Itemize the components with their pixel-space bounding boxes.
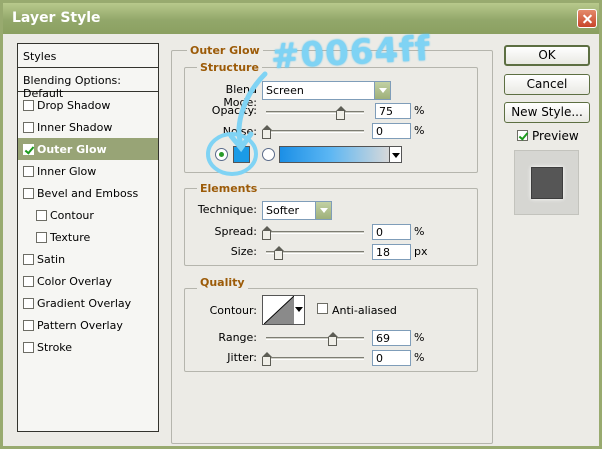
style-item-satin[interactable]: Satin: [18, 248, 158, 270]
style-checkbox[interactable]: [23, 188, 34, 199]
spread-slider-track[interactable]: [266, 231, 364, 234]
range-slider-thumb[interactable]: [328, 332, 338, 346]
style-item-label: Outer Glow: [37, 143, 107, 156]
style-checkbox[interactable]: [36, 232, 47, 243]
gradient-picker-button[interactable]: [389, 146, 402, 163]
chevron-down-icon: [374, 82, 390, 99]
style-item-label: Drop Shadow: [37, 99, 111, 112]
title-bar[interactable]: Layer Style: [3, 3, 599, 34]
style-checkbox[interactable]: [23, 298, 34, 309]
style-item-inner-glow[interactable]: Inner Glow: [18, 160, 158, 182]
preview-checkbox[interactable]: [517, 130, 528, 141]
new-style-button[interactable]: New Style...: [504, 102, 590, 123]
jitter-field[interactable]: 0: [372, 350, 411, 366]
technique-select[interactable]: Softer: [262, 201, 332, 220]
style-item-texture[interactable]: Texture: [18, 226, 158, 248]
spread-unit: %: [414, 225, 425, 238]
style-item-label: Pattern Overlay: [37, 319, 123, 332]
quality-title: Quality: [197, 276, 248, 289]
style-item-label: Stroke: [37, 341, 73, 354]
jitter-slider-thumb[interactable]: [262, 352, 272, 366]
style-item-label: Inner Glow: [37, 165, 97, 178]
style-checkbox[interactable]: [23, 166, 34, 177]
style-item-label: Bevel and Emboss: [37, 187, 139, 200]
style-item-contour[interactable]: Contour: [18, 204, 158, 226]
annotation-arrow-icon: [206, 71, 268, 176]
contour-picker[interactable]: [262, 295, 305, 325]
style-item-pattern-overlay[interactable]: Pattern Overlay: [18, 314, 158, 336]
noise-unit: %: [414, 124, 425, 137]
style-item-color-overlay[interactable]: Color Overlay: [18, 270, 158, 292]
style-item-gradient-overlay[interactable]: Gradient Overlay: [18, 292, 158, 314]
style-item-bevel-and-emboss[interactable]: Bevel and Emboss: [18, 182, 158, 204]
technique-label: Technique:: [197, 203, 257, 216]
jitter-slider-track[interactable]: [266, 357, 364, 360]
style-item-label: Satin: [37, 253, 66, 266]
spread-slider-thumb[interactable]: [262, 226, 272, 240]
styles-header[interactable]: Styles: [18, 44, 158, 68]
style-checkbox[interactable]: [23, 320, 34, 331]
chevron-down-icon: [315, 202, 331, 219]
contour-curve-icon: [264, 296, 294, 324]
styles-list: Styles Blending Options: Default Drop Sh…: [17, 43, 159, 432]
window-title: Layer Style: [12, 10, 101, 26]
cancel-button[interactable]: Cancel: [504, 74, 590, 95]
jitter-unit: %: [414, 351, 425, 364]
style-item-outer-glow[interactable]: Outer Glow: [18, 138, 158, 160]
chevron-down-icon: [295, 307, 303, 312]
style-preview: [514, 150, 579, 215]
style-checkbox[interactable]: [23, 254, 34, 265]
style-checkbox[interactable]: [23, 144, 34, 155]
outer-glow-title: Outer Glow: [187, 44, 263, 57]
contour-label: Contour:: [209, 304, 257, 317]
style-item-label: Inner Shadow: [37, 121, 113, 134]
style-checkbox[interactable]: [23, 100, 34, 111]
layer-style-dialog: Layer Style Styles Blending Options: Def…: [0, 0, 602, 449]
style-checkbox[interactable]: [23, 122, 34, 133]
style-item-stroke[interactable]: Stroke: [18, 336, 158, 358]
ok-button[interactable]: OK: [504, 45, 590, 66]
gradient-swatch[interactable]: [279, 146, 391, 163]
style-checkbox[interactable]: [36, 210, 47, 221]
style-item-label: Color Overlay: [37, 275, 112, 288]
style-item-inner-shadow[interactable]: Inner Shadow: [18, 116, 158, 138]
size-label: Size:: [230, 245, 257, 258]
size-unit: px: [414, 245, 428, 258]
spread-field[interactable]: 0: [372, 224, 411, 240]
anti-aliased-label: Anti-aliased: [332, 304, 397, 317]
preview-thumbnail: [531, 167, 563, 199]
noise-field[interactable]: 0: [372, 123, 411, 139]
technique-value: Softer: [266, 204, 299, 217]
style-item-label: Gradient Overlay: [37, 297, 132, 310]
opacity-slider-thumb[interactable]: [336, 106, 346, 120]
range-field[interactable]: 69: [372, 330, 411, 346]
range-label: Range:: [218, 331, 257, 344]
style-item-label: Contour: [50, 209, 94, 222]
style-item-drop-shadow[interactable]: Drop Shadow: [18, 94, 158, 116]
anti-aliased-checkbox[interactable]: [317, 303, 328, 314]
opacity-field[interactable]: 75: [375, 103, 411, 119]
blending-options-item[interactable]: Blending Options: Default: [18, 68, 158, 100]
range-unit: %: [414, 331, 425, 344]
size-slider-thumb[interactable]: [274, 246, 284, 260]
chevron-down-icon: [392, 153, 400, 158]
spread-label: Spread:: [214, 225, 257, 238]
style-item-label: Texture: [50, 231, 91, 244]
size-field[interactable]: 18: [372, 244, 411, 260]
jitter-label: Jitter:: [227, 351, 257, 364]
preview-label: Preview: [532, 129, 579, 143]
color-annotation: #0064ff: [270, 28, 432, 78]
style-checkbox[interactable]: [23, 276, 34, 287]
style-checkbox[interactable]: [23, 342, 34, 353]
close-icon[interactable]: [577, 9, 597, 28]
range-slider-track[interactable]: [266, 337, 364, 340]
opacity-unit: %: [414, 104, 425, 117]
